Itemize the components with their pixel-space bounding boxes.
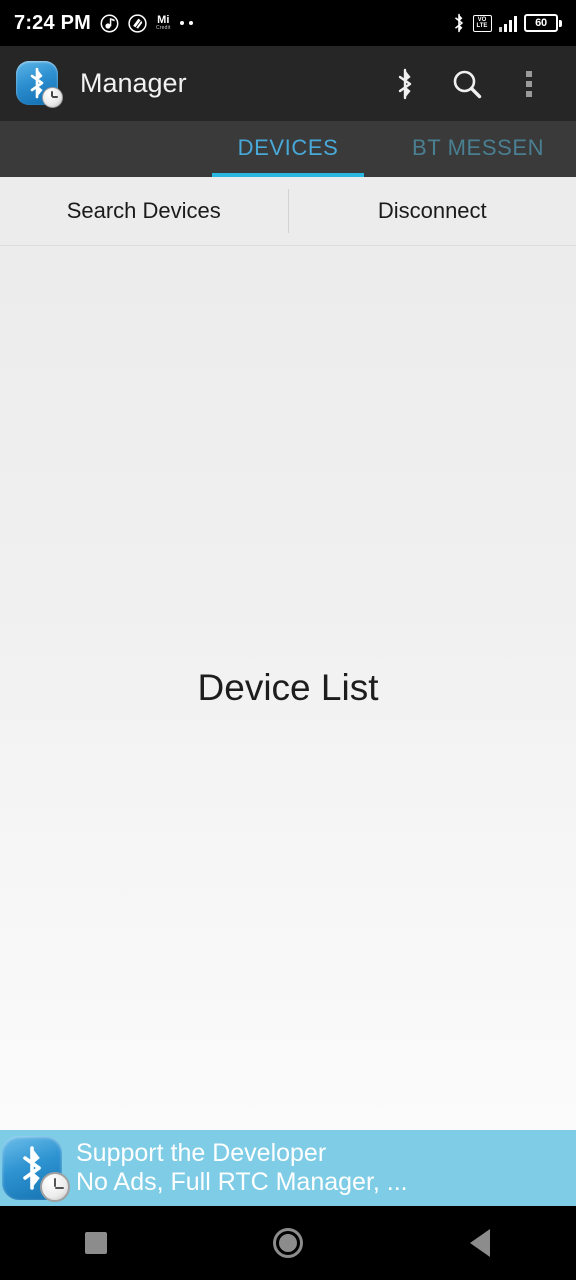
android-navigation-bar (0, 1206, 576, 1280)
action-bar: Manager (0, 46, 576, 121)
snapdeal-logo-icon (128, 13, 147, 33)
clock-badge-icon (40, 1172, 70, 1202)
bluetooth-toggle-icon[interactable] (374, 53, 436, 115)
back-triangle-icon (470, 1229, 490, 1257)
banner-subtitle: No Ads, Full RTC Manager, ... (76, 1168, 408, 1196)
music-note-icon (100, 14, 119, 33)
bluetooth-icon (452, 13, 466, 33)
battery-icon: 60 (524, 14, 562, 32)
mi-credit-icon: Mi Credit (156, 15, 171, 31)
device-action-toolbar: Search Devices Disconnect (0, 177, 576, 246)
banner-title: Support the Developer (76, 1138, 327, 1167)
back-button[interactable] (425, 1206, 535, 1280)
battery-level-label: 60 (535, 17, 547, 29)
device-list-placeholder: Device List (197, 667, 379, 708)
status-bar-right: VO LTE 60 (452, 13, 562, 33)
mi-credit-sublabel: Credit (156, 25, 171, 31)
status-bar: 7:24 PM Mi Credit VO LTE 60 (0, 0, 576, 46)
status-bar-left: 7:24 PM Mi Credit (14, 12, 452, 35)
home-button[interactable] (233, 1206, 343, 1280)
signal-bars-icon (498, 15, 517, 32)
volte-bottom-label: LTE (476, 23, 488, 29)
status-bar-clock: 7:24 PM (14, 11, 91, 34)
home-circle-icon (273, 1228, 303, 1258)
support-developer-banner[interactable]: Support the Developer No Ads, Full RTC M… (0, 1130, 576, 1206)
recents-button[interactable] (41, 1206, 151, 1280)
tab-devices[interactable]: DEVICES (212, 121, 364, 174)
search-devices-button[interactable]: Search Devices (0, 177, 288, 246)
disconnect-button[interactable]: Disconnect (289, 177, 576, 246)
clock-badge-icon (42, 86, 63, 108)
device-list-area: Device List (0, 246, 576, 1130)
phone-screen: 7:24 PM Mi Credit VO LTE 60 Manager DEVI… (0, 0, 576, 1280)
action-bar-actions (374, 53, 560, 115)
bluetooth-clock-app-icon (2, 1136, 70, 1202)
page-title: Manager (80, 68, 187, 98)
recents-square-icon (85, 1232, 107, 1254)
search-icon[interactable] (436, 53, 498, 115)
more-notifications-dots-icon (179, 21, 193, 25)
tab-bt-messenger[interactable]: BT MESSEN (412, 121, 576, 174)
support-developer-text: Support the Developer No Ads, Full RTC M… (76, 1139, 408, 1198)
volte-icon: VO LTE (472, 14, 492, 32)
overflow-menu-icon[interactable] (498, 53, 560, 115)
tab-bar: DEVICES BT MESSEN (0, 121, 576, 177)
bluetooth-clock-app-icon (16, 60, 63, 108)
